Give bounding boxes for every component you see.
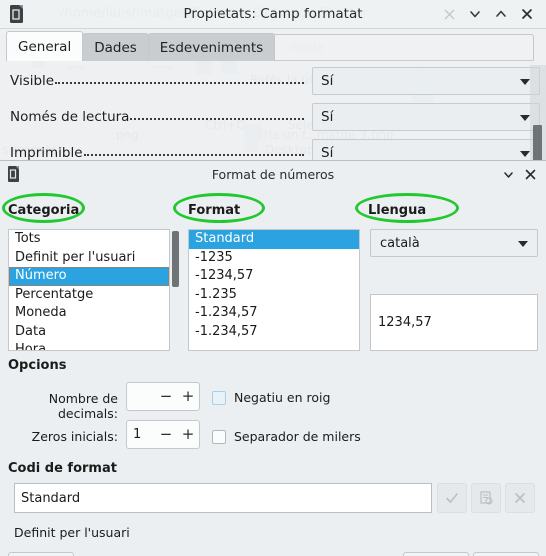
tab-general-label: General [18,38,72,55]
ghost-close-icon [437,3,461,25]
property-combo-readonly[interactable]: Sí [312,102,540,131]
options-heading: Opcions [8,358,67,373]
format-heading: Format [188,203,241,218]
close-icon[interactable] [515,3,539,25]
properties-body: General Dades Esdeveniments Visible Sí N… [0,29,546,162]
format-item-2[interactable]: -1234,57 [189,267,359,286]
negative-red-label: Negatiu en roig [234,390,331,405]
property-row-readonly: Només de lectura Sí [0,100,546,133]
category-item-moneda[interactable]: Moneda [9,304,169,323]
decimals-label: Nombre de decimals: [48,391,118,421]
category-item-percentatge[interactable]: Percentatge [9,286,169,305]
delete-icon [515,493,525,503]
format-code-value: Standard [21,490,81,506]
dialog-button-cancel[interactable] [403,552,469,556]
chevron-down-icon [520,78,530,85]
thousands-separator-label: Separador de milers [234,429,361,444]
negative-red-checkbox[interactable] [212,390,226,405]
dialog-button-left[interactable] [8,552,74,556]
tab-esdeveniments[interactable]: Esdeveniments [147,33,276,61]
document-icon [8,4,26,24]
dialog-button-ok[interactable] [473,552,539,556]
minimize-icon[interactable] [500,165,516,183]
number-format-titlebar[interactable]: Format de números [0,161,546,187]
format-code-input[interactable]: Standard [14,483,432,513]
tabstrip-filler [273,34,534,61]
properties-window-controls [437,3,546,25]
leading-zeros-increment-button[interactable]: + [177,427,199,442]
negative-red-checkbox-row[interactable]: Negatiu en roig [212,390,330,405]
tab-dades[interactable]: Dades [82,33,149,61]
property-combo-printable[interactable]: Sí [312,138,540,162]
number-format-dialog: Format de números Categoria Format Lleng… [0,160,546,556]
minimize-icon[interactable] [463,3,487,25]
property-label-visible: Visible [10,72,55,89]
properties-scrollbar-thumb[interactable] [533,125,542,162]
properties-dialog: Propietats: Camp formatat General Dades … [0,0,546,162]
properties-titlebar[interactable]: Propietats: Camp formatat [0,0,546,29]
dot-leader [55,75,304,84]
category-list[interactable]: Tots Definit per l'usuari Número Percent… [8,229,170,351]
check-icon [446,493,458,503]
leading-zeros-label: Zeros inicials: [31,429,118,444]
decimals-increment-button[interactable]: + [177,389,199,404]
format-code-delete-button[interactable] [505,483,535,513]
property-value-readonly: Sí [321,108,334,125]
maximize-icon[interactable] [489,3,513,25]
number-format-window-controls [500,165,546,183]
thousands-separator-checkbox-row[interactable]: Separador de milers [212,429,361,444]
format-preview: 1234,57 [370,294,538,351]
property-label-readonly: Només de lectura [10,108,130,125]
format-item-3[interactable]: -1.235 [189,286,359,305]
property-label-printable: Imprimible [10,144,83,161]
property-row-visible: Visible Sí [0,64,546,97]
category-item-definit-per-lusuari[interactable]: Definit per l'usuari [9,249,169,268]
leading-zeros-decrement-button[interactable]: − [155,427,177,442]
chevron-down-icon [520,150,530,157]
format-item-1[interactable]: -1235 [189,249,359,268]
language-heading: Llengua [368,203,427,218]
format-code-add-button[interactable] [471,483,501,513]
format-code-heading: Codi de format [8,461,117,476]
add-format-icon [480,491,493,505]
category-scrollbar-thumb[interactable] [172,231,179,287]
format-item-standard[interactable]: Standard [189,230,359,249]
format-code-confirm-button[interactable] [437,483,467,513]
close-icon[interactable] [522,165,538,183]
language-selected-value: català [380,235,420,251]
category-item-tots[interactable]: Tots [9,230,169,249]
format-code-hint: Definit per l'usuari [14,525,130,540]
property-value-visible: Sí [321,72,334,89]
dot-leader [83,147,304,156]
format-preview-value: 1234,57 [378,315,432,330]
category-item-data[interactable]: Data [9,323,169,342]
property-row-printable: Imprimible Sí [0,136,546,162]
category-item-hora[interactable]: Hora [9,341,169,350]
dot-leader [130,111,304,120]
property-value-printable: Sí [321,144,334,161]
format-item-4[interactable]: -1.234,57 [189,304,359,323]
decimals-stepper[interactable]: − + [126,382,200,411]
tab-esdeveniments-label: Esdeveniments [159,39,264,56]
tab-dades-label: Dades [94,39,137,56]
number-format-title: Format de números [211,166,335,182]
language-combo[interactable]: català [370,229,538,257]
category-item-numero[interactable]: Número [9,267,169,286]
leading-zeros-stepper[interactable]: 1 − + [126,420,200,449]
format-item-5[interactable]: -1.234,57 [189,323,359,342]
format-list[interactable]: Standard -1235 -1234,57 -1.235 -1.234,57… [188,229,360,351]
decimals-decrement-button[interactable]: − [155,389,177,404]
chevron-down-icon [520,114,530,121]
tab-general[interactable]: General [6,31,84,61]
leading-zeros-value: 1 [133,427,142,442]
property-combo-visible[interactable]: Sí [312,66,540,95]
category-heading: Categoria [8,203,80,218]
properties-tabs: General Dades Esdeveniments [0,29,546,61]
chevron-down-icon [518,241,528,247]
thousands-separator-checkbox[interactable] [212,429,226,444]
